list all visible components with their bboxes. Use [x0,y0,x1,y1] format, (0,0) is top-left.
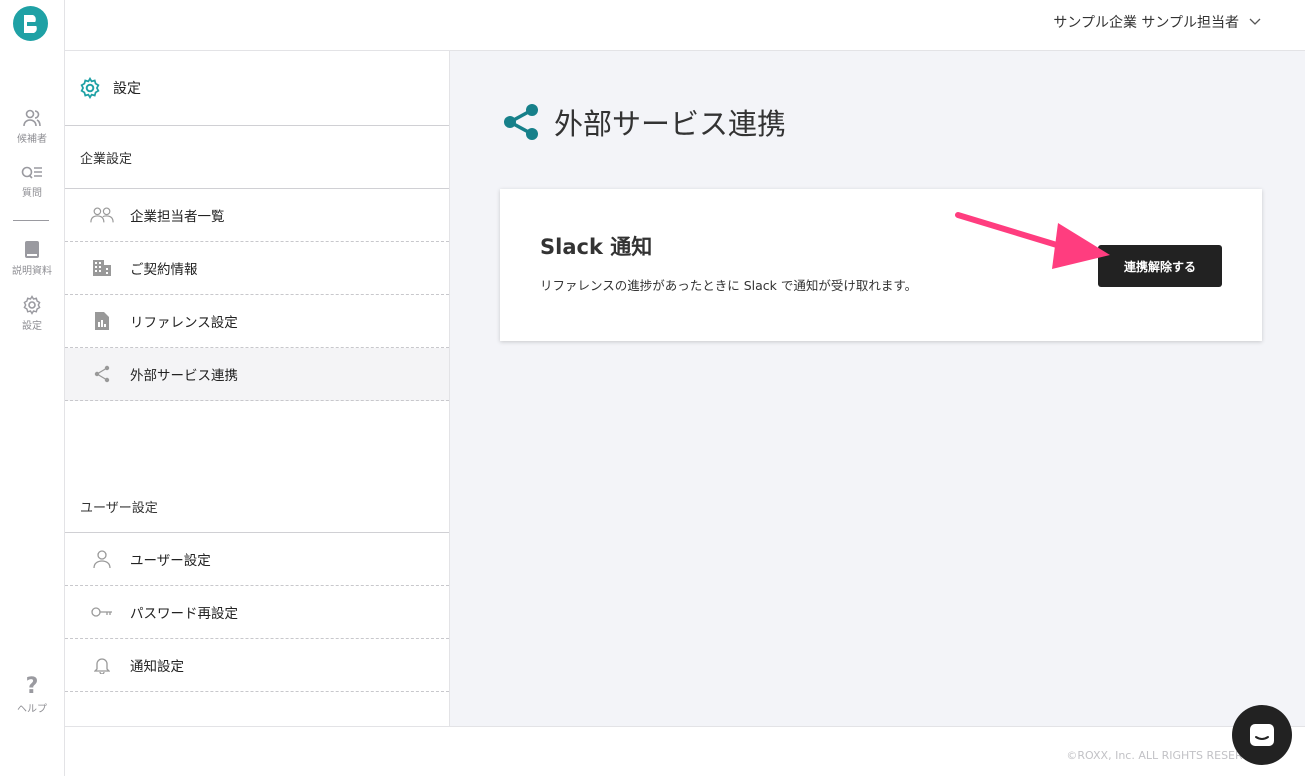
nav-item-label: 企業担当者一覧 [130,209,225,225]
footer: ©ROXX, Inc. ALL RIGHTS RESERVED [65,726,1305,776]
logo-icon [23,14,37,33]
main-content: 外部サービス連携 Slack 通知 リファレンスの進捗があったときに Slack… [450,51,1305,726]
nav-item-contract[interactable]: ご契約情報 [65,242,449,295]
gear-icon [80,77,100,99]
app-logo[interactable] [13,6,48,41]
nav-item-notification-settings[interactable]: 通知設定 [65,639,449,692]
rail-item-help[interactable]: ? ヘルプ [0,674,64,716]
key-icon [90,600,114,624]
page-title-text: 外部サービス連携 [554,107,787,141]
disconnect-button[interactable]: 連携解除する [1098,245,1222,287]
company-settings-section: 企業設定 [65,126,449,189]
rail-item-materials[interactable]: 説明資料 [0,240,64,277]
settings-nav-header: 設定 [65,51,449,126]
share-icon [90,362,114,386]
nav-item-label: パスワード再設定 [130,606,238,622]
rail-divider [13,220,49,221]
person-icon [90,547,114,571]
copyright-text: ©ROXX, Inc. ALL RIGHTS RESERVED [1066,749,1265,762]
chevron-down-icon [1249,18,1261,25]
rail-item-label: 説明資料 [12,266,52,277]
book-icon [25,241,39,258]
card-description: リファレンスの進捗があったときに Slack で通知が受け取れます。 [540,278,918,293]
nav-item-password-reset[interactable]: パスワード再設定 [65,586,449,639]
nav-item-label: ご契約情報 [130,262,198,278]
rail-item-questions[interactable]: 質問 [0,164,64,199]
building-icon [90,256,114,280]
nav-item-company-staff[interactable]: 企業担当者一覧 [65,189,449,242]
nav-item-label: 通知設定 [130,659,184,675]
users-icon [90,203,114,227]
nav-item-reference-settings[interactable]: リファレンス設定 [65,295,449,348]
nav-item-label: リファレンス設定 [130,315,238,331]
rail-item-settings[interactable]: 設定 [0,295,64,332]
left-rail: 候補者 質問 説明資料 設定 ? ヘルプ [0,0,65,776]
user-menu-label: サンプル企業 サンプル担当者 [1053,15,1239,31]
settings-sidebar: 設定 企業設定 企業担当者一覧 ご契約情報 リファレンス設定 外部サービス連携 … [65,51,450,726]
share-icon [504,104,538,140]
rail-item-candidates[interactable]: 候補者 [0,108,64,145]
card-title: Slack 通知 [540,235,653,259]
nav-item-label: 外部サービス連携 [130,368,238,384]
help-label: ヘルプ [17,704,47,715]
slack-notification-card: Slack 通知 リファレンスの進捗があったときに Slack で通知が受け取れ… [500,189,1262,341]
nav-item-label: ユーザー設定 [130,553,211,569]
question-list-icon [21,166,42,179]
page-title: 外部サービス連携 [502,101,786,143]
user-settings-section: ユーザー設定 [65,480,449,533]
rail-item-label: 設定 [22,321,42,332]
user-menu[interactable]: サンプル企業 サンプル担当者 [1053,12,1261,32]
nav-item-external-services[interactable]: 外部サービス連携 [65,348,449,401]
bell-icon [90,653,114,677]
settings-nav-title: 設定 [113,81,141,97]
chat-launcher-button[interactable] [1232,705,1292,765]
nav-item-user-settings[interactable]: ユーザー設定 [65,533,449,586]
document-chart-icon [90,309,114,333]
chat-icon [1250,724,1274,746]
help-icon: ? [25,674,39,699]
rail-item-label: 質問 [22,188,42,199]
top-bar: サンプル企業 サンプル担当者 [65,0,1305,51]
rail-item-label: 候補者 [17,134,47,145]
gear-icon [23,295,41,315]
users-icon [23,109,41,127]
